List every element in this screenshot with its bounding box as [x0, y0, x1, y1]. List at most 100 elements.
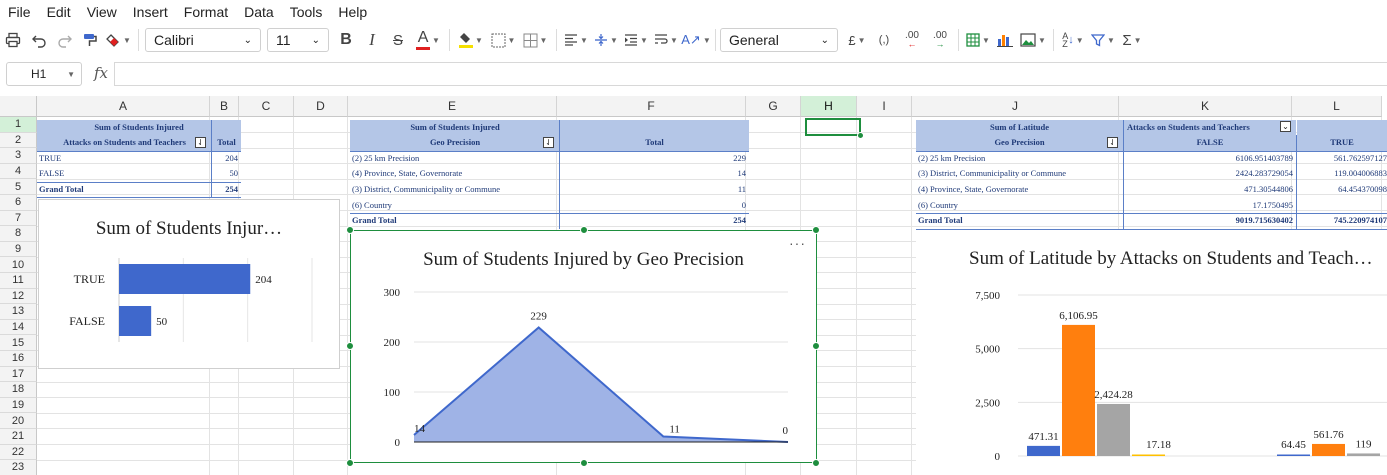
- pivot2-grand-total-value: 254: [733, 215, 746, 226]
- row-header-12[interactable]: 12: [0, 288, 37, 305]
- row-header-1[interactable]: 1: [0, 117, 37, 133]
- row-header-22[interactable]: 22: [0, 444, 37, 461]
- row-header-18[interactable]: 18: [0, 382, 37, 398]
- insert-chart-icon[interactable]: [993, 28, 1017, 52]
- column-header-d[interactable]: D: [294, 96, 348, 117]
- currency-icon[interactable]: £ ▼: [844, 28, 870, 52]
- font-size-select[interactable]: 11 ⌄: [267, 28, 329, 52]
- row-header-21[interactable]: 21: [0, 429, 37, 445]
- menu-insert[interactable]: Insert: [125, 0, 176, 24]
- row-header-7[interactable]: 7: [0, 210, 37, 227]
- insert-image-icon[interactable]: ▼: [1017, 28, 1049, 52]
- table-grid-icon[interactable]: ▼: [963, 28, 993, 52]
- select-all-corner[interactable]: [0, 96, 37, 117]
- bold-icon[interactable]: B: [333, 28, 359, 52]
- row-header-23[interactable]: 23: [0, 460, 37, 475]
- currency-symbol: £: [848, 32, 856, 48]
- print-icon[interactable]: [0, 28, 26, 52]
- menu-data[interactable]: Data: [236, 0, 282, 24]
- thousands-separator-icon[interactable]: (,): [870, 28, 898, 52]
- fill-handle[interactable]: [857, 131, 864, 139]
- grid-column-line: [347, 117, 348, 475]
- chart-resize-handle[interactable]: [346, 226, 354, 234]
- increase-decimals-icon[interactable]: .00 →: [926, 28, 954, 52]
- row-header-6[interactable]: 6: [0, 195, 37, 211]
- text-wrap-icon[interactable]: ▼: [651, 28, 681, 52]
- chart-injured-by-geo[interactable]: Sum of Students Injured by Geo Precision…: [350, 230, 817, 463]
- borders-icon[interactable]: ▼: [488, 28, 518, 52]
- text-rotation-icon[interactable]: A↗ ▼: [681, 28, 711, 52]
- column-header-a[interactable]: A: [37, 96, 210, 117]
- row-header-19[interactable]: 19: [0, 397, 37, 414]
- pivot2-filter-button[interactable]: ⇃: [543, 136, 554, 148]
- redo-icon[interactable]: [52, 28, 78, 52]
- merge-cells-icon[interactable]: ▼: [518, 28, 552, 52]
- indent-icon[interactable]: ▼: [621, 28, 651, 52]
- column-header-l[interactable]: L: [1292, 96, 1382, 117]
- chart-resize-handle[interactable]: [812, 342, 820, 350]
- font-family-select[interactable]: Calibri ⌄: [145, 28, 261, 52]
- formula-input[interactable]: [114, 62, 1387, 86]
- toolbar-divider: [138, 29, 139, 51]
- chart-resize-handle[interactable]: [812, 226, 820, 234]
- text-color-icon[interactable]: A ▼: [411, 28, 445, 52]
- vertical-align-icon[interactable]: ▼: [591, 28, 621, 52]
- chart-resize-handle[interactable]: [580, 226, 588, 234]
- row-header-15[interactable]: 15: [0, 335, 37, 351]
- row-header-8[interactable]: 8: [0, 226, 37, 242]
- row-header-4[interactable]: 4: [0, 163, 37, 180]
- row-header-11[interactable]: 11: [0, 273, 37, 289]
- column-header-c[interactable]: C: [239, 96, 294, 117]
- fill-color-icon[interactable]: ▼: [454, 28, 488, 52]
- chart3-bar: [1347, 453, 1380, 456]
- pivot3-col-filter-button[interactable]: ⌄: [1280, 120, 1291, 132]
- row-header-17[interactable]: 17: [0, 366, 37, 383]
- italic-icon[interactable]: I: [359, 28, 385, 52]
- menu-tools[interactable]: Tools: [282, 0, 331, 24]
- filter-icon[interactable]: ▼: [1088, 28, 1118, 52]
- pivot3-row-filter-button[interactable]: ⇃: [1107, 136, 1118, 148]
- font-family-value: Calibri: [154, 32, 194, 48]
- row-header-14[interactable]: 14: [0, 319, 37, 336]
- spreadsheet-grid[interactable]: ABCDEFGHIJKL 1 2 3 4 5 6 7 8 9 10 11 12 13 14 15 16 17 18…: [0, 96, 1387, 475]
- chart-resize-handle[interactable]: [580, 459, 588, 467]
- chart-resize-handle[interactable]: [812, 459, 820, 467]
- menu-format[interactable]: Format: [176, 0, 236, 24]
- menu-edit[interactable]: Edit: [39, 0, 79, 24]
- menu-view[interactable]: View: [79, 0, 125, 24]
- row-header-3[interactable]: 3: [0, 148, 37, 164]
- column-header-k[interactable]: K: [1119, 96, 1292, 117]
- chart-latitude-by-attacks[interactable]: Sum of Latitude by Attacks on Students a…: [916, 230, 1387, 475]
- functions-icon[interactable]: Σ ▼: [1118, 28, 1146, 52]
- row-header-20[interactable]: 20: [0, 413, 37, 429]
- undo-icon[interactable]: [26, 28, 52, 52]
- clear-format-icon[interactable]: ▼: [102, 28, 134, 52]
- sort-icon[interactable]: A Z ↓ ▼: [1058, 28, 1088, 52]
- column-header-b[interactable]: B: [210, 96, 239, 117]
- row-header-2[interactable]: 2: [0, 132, 37, 149]
- name-box[interactable]: H1 ▼: [6, 62, 82, 86]
- menu-file[interactable]: File: [0, 0, 39, 24]
- column-header-i[interactable]: I: [857, 96, 912, 117]
- column-header-e[interactable]: E: [348, 96, 557, 117]
- row-header-5[interactable]: 5: [0, 179, 37, 195]
- pivot1-filter-button[interactable]: ⇃: [195, 136, 206, 148]
- chart-resize-handle[interactable]: [346, 342, 354, 350]
- row-header-16[interactable]: 16: [0, 351, 37, 367]
- decrease-decimals-icon[interactable]: .00 ←: [898, 28, 926, 52]
- selected-cell[interactable]: [805, 118, 861, 136]
- column-header-j[interactable]: J: [912, 96, 1119, 117]
- column-header-g[interactable]: G: [746, 96, 801, 117]
- row-header-10[interactable]: 10: [0, 257, 37, 273]
- row-header-9[interactable]: 9: [0, 241, 37, 258]
- strikethrough-icon[interactable]: S: [385, 28, 411, 52]
- chart-resize-handle[interactable]: [346, 459, 354, 467]
- chart-injured-by-attacks[interactable]: Sum of Students Injur… TRUE 204 FALSE 50: [38, 199, 340, 369]
- menu-help[interactable]: Help: [330, 0, 375, 24]
- paint-format-icon[interactable]: [78, 28, 102, 52]
- align-left-icon[interactable]: ▼: [561, 28, 591, 52]
- column-header-f[interactable]: F: [557, 96, 746, 117]
- row-header-13[interactable]: 13: [0, 304, 37, 320]
- column-header-h[interactable]: H: [801, 96, 857, 117]
- number-format-select[interactable]: General ⌄: [720, 28, 838, 52]
